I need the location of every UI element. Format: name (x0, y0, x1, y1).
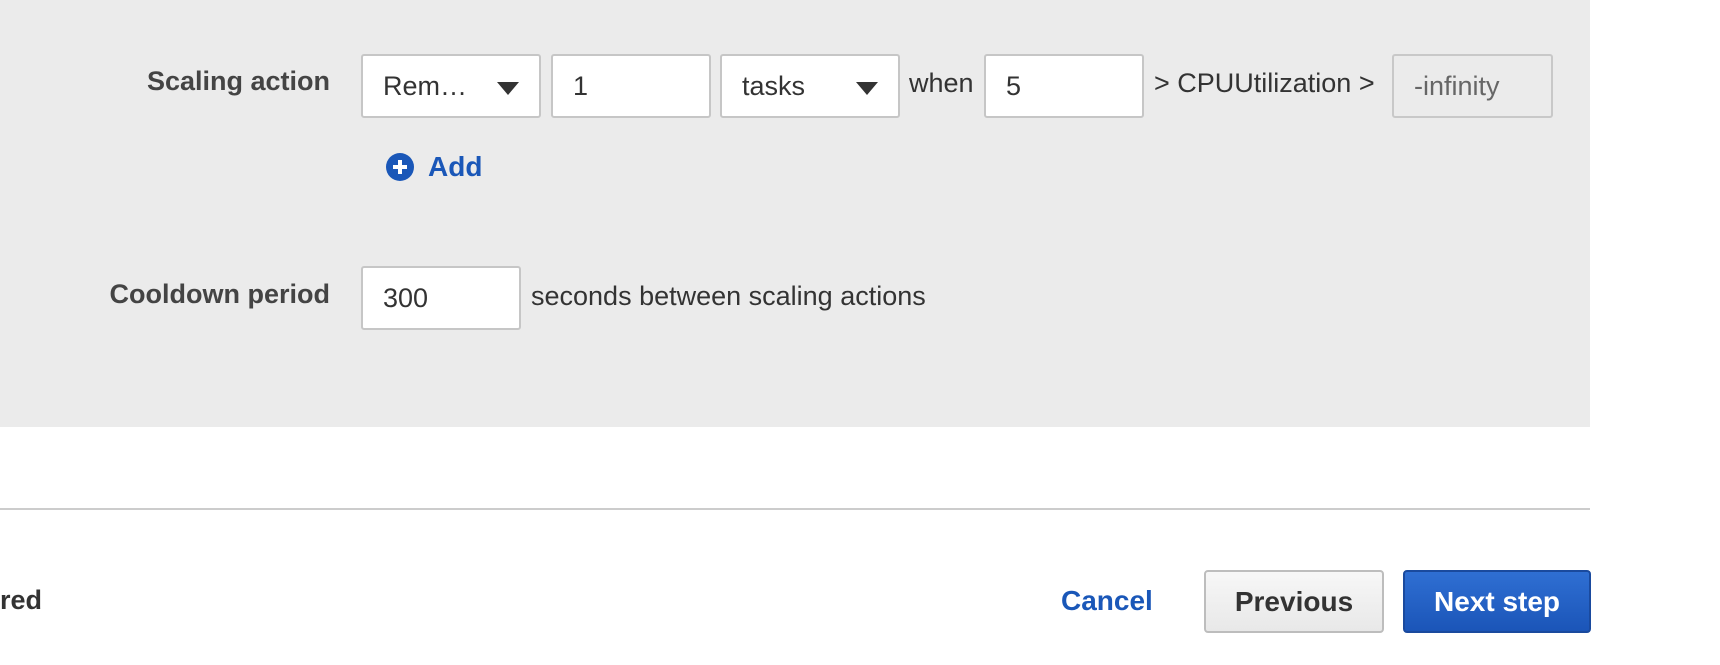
scaling-amount-value: 1 (573, 70, 589, 101)
cooldown-period-label: Cooldown period (109, 279, 330, 309)
scaling-unit-select[interactable]: tasks (720, 54, 900, 118)
scaling-unit-value: tasks (742, 70, 806, 101)
scaling-amount-input[interactable]: 1 (551, 54, 711, 118)
next-step-button-label: Next step (1433, 585, 1561, 617)
scaling-operation-value: Rem… (383, 70, 468, 101)
cancel-button[interactable]: Cancel (1061, 585, 1153, 617)
threshold-input[interactable]: 5 (984, 54, 1144, 118)
next-step-button[interactable]: Next step (1403, 570, 1591, 633)
cooldown-suffix-text: seconds between scaling actions (531, 281, 926, 311)
previous-button[interactable]: Previous (1204, 570, 1384, 633)
chevron-down-icon (856, 82, 878, 95)
previous-button-label: Previous (1234, 585, 1354, 617)
when-text: when (909, 68, 974, 98)
add-step-button[interactable]: Add (386, 151, 482, 183)
scaling-operation-select[interactable]: Rem… (361, 54, 541, 118)
lower-bound-value: -infinity (1414, 70, 1500, 101)
lower-bound-input: -infinity (1392, 54, 1553, 118)
footer-required-text: red (0, 585, 43, 615)
scaling-policy-panel: Scaling action Rem… 1 tasks when 5 > CPU… (0, 0, 1590, 427)
threshold-value: 5 (1006, 70, 1022, 101)
metric-text: > CPUUtilization > (1154, 68, 1375, 98)
plus-circle-icon (386, 153, 414, 181)
cooldown-period-input[interactable]: 300 (361, 266, 521, 330)
scaling-action-label: Scaling action (146, 66, 330, 96)
footer-divider (0, 508, 1590, 510)
chevron-down-icon (497, 82, 519, 95)
cooldown-period-value: 300 (383, 282, 429, 313)
add-step-label: Add (428, 151, 483, 182)
